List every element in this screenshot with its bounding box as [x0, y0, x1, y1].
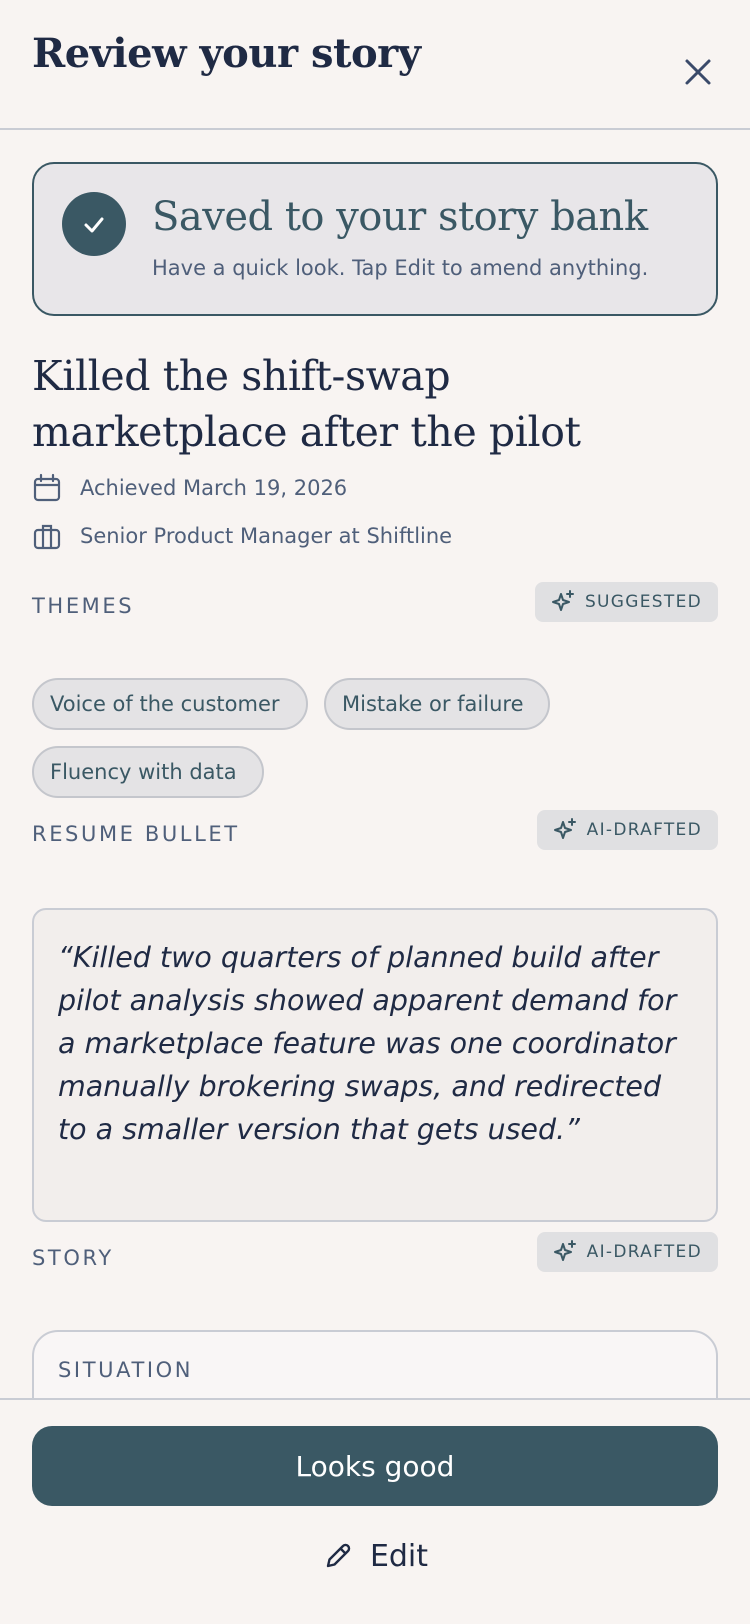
theme-chip-fluency-with-data[interactable]: Fluency with data: [32, 746, 264, 798]
scroll-content[interactable]: Saved to your story bank Have a quick lo…: [0, 130, 750, 1398]
sparkle-icon: [553, 817, 579, 843]
edit-button[interactable]: Edit: [0, 1520, 750, 1592]
suggested-badge: SUGGESTED: [534, 582, 718, 622]
sparkle-icon: [551, 589, 577, 615]
edit-label: Edit: [369, 1538, 429, 1574]
footer: Looks good Edit: [0, 1398, 750, 1624]
resume-bullet-box: “Killed two quarters of planned build af…: [32, 908, 718, 1222]
ai-drafted-badge-text: AI-DRAFTED: [586, 1242, 702, 1262]
saved-banner-title: Saved to your story bank: [152, 194, 648, 240]
achieved-date: Achieved March 19, 2026: [80, 476, 348, 500]
header: Review your story: [0, 0, 750, 130]
resume-bullet-label: RESUME BULLET: [32, 822, 240, 846]
situation-label: SITUATION: [58, 1358, 194, 1382]
check-icon: [62, 192, 126, 256]
suggested-badge-text: SUGGESTED: [584, 592, 702, 612]
themes-label: THEMES: [32, 594, 135, 618]
calendar-icon: [32, 472, 64, 504]
ai-drafted-badge-story: AI-DRAFTED: [536, 1232, 718, 1272]
role-text: Senior Product Manager at Shiftline: [80, 524, 453, 548]
ai-drafted-badge-text: AI-DRAFTED: [586, 820, 702, 840]
theme-chip-voice-of-customer[interactable]: Voice of the customer: [32, 678, 308, 730]
story-title: Killed the shift-swap marketplace after …: [32, 352, 581, 456]
looks-good-button[interactable]: Looks good: [32, 1426, 718, 1506]
close-button[interactable]: [676, 50, 720, 94]
page-title: Review your story: [32, 30, 421, 77]
saved-banner-subtitle: Have a quick look. Tap Edit to amend any…: [152, 256, 649, 280]
sparkle-icon: [553, 1239, 579, 1265]
close-icon: [685, 59, 711, 85]
saved-banner: Saved to your story bank Have a quick lo…: [32, 162, 718, 316]
ai-drafted-badge-bullet: AI-DRAFTED: [536, 810, 718, 850]
briefcase-icon: [32, 520, 64, 552]
theme-chip-mistake-or-failure[interactable]: Mistake or failure: [324, 678, 550, 730]
resume-bullet-text: “Killed two quarters of planned build af…: [58, 941, 677, 1146]
pencil-icon: [322, 1539, 356, 1573]
achieved-date-row: Achieved March 19, 2026: [32, 472, 347, 504]
story-label: STORY: [32, 1246, 114, 1270]
role-row: Senior Product Manager at Shiftline: [32, 520, 452, 552]
situation-card: SITUATION: [32, 1330, 718, 1398]
